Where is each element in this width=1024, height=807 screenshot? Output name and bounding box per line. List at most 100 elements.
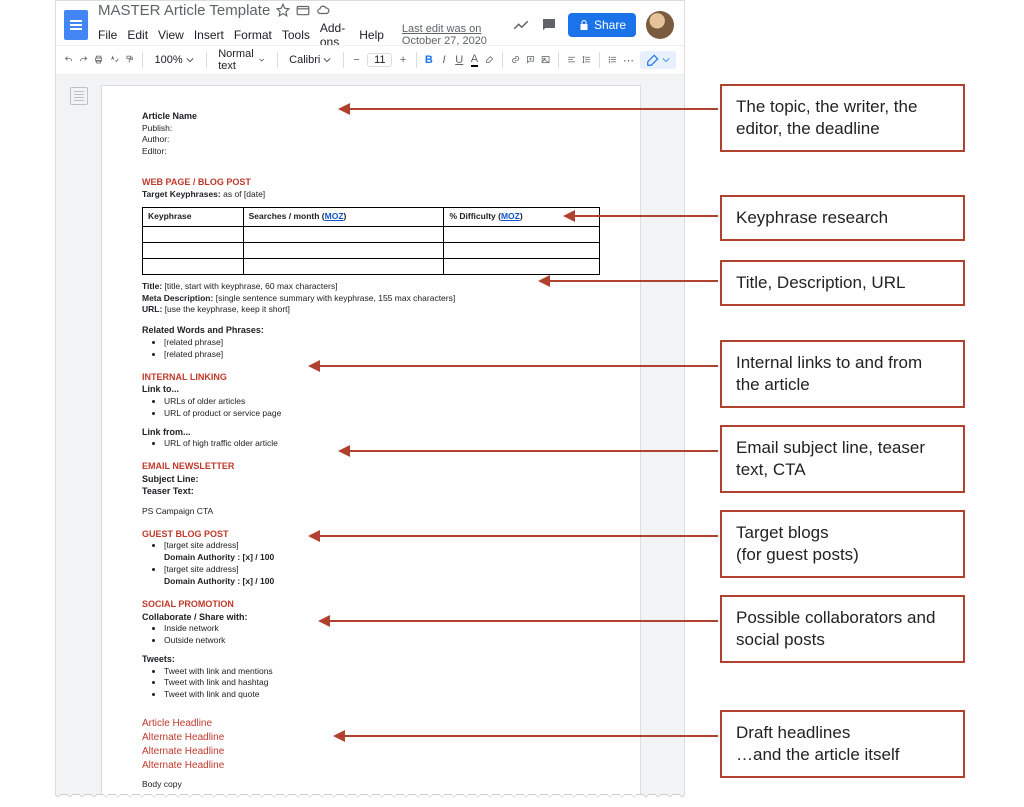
print-button[interactable] bbox=[94, 51, 103, 69]
annotation-1: The topic, the writer, the editor, the d… bbox=[720, 84, 965, 152]
annotation-7: Possible collaborators and social posts bbox=[720, 595, 965, 663]
annotation-6: Target blogs (for guest posts) bbox=[720, 510, 965, 578]
section-email: EMAIL NEWSLETTER bbox=[142, 460, 600, 473]
th-keyphrase: Keyphrase bbox=[143, 207, 244, 226]
arrow-7 bbox=[320, 620, 718, 622]
linkfrom-label: Link from... bbox=[142, 426, 600, 439]
tweets-label: Tweets: bbox=[142, 653, 600, 666]
highlight-button[interactable] bbox=[485, 51, 494, 69]
image-button[interactable] bbox=[541, 51, 550, 69]
italic-button[interactable]: I bbox=[439, 51, 448, 69]
list-item: [related phrase] bbox=[164, 337, 600, 349]
headline-3: Alternate Headline bbox=[142, 745, 600, 759]
comments-icon[interactable] bbox=[540, 16, 558, 34]
annotation-8: Draft headlines …and the article itself bbox=[720, 710, 965, 778]
style-select[interactable]: Normal text bbox=[214, 48, 268, 72]
meta-label: Meta Description: bbox=[142, 293, 213, 303]
redo-button[interactable] bbox=[79, 51, 88, 69]
teaser-label: Teaser Text: bbox=[142, 485, 600, 498]
section-social: SOCIAL PROMOTION bbox=[142, 598, 600, 611]
article-name-heading: Article Name bbox=[142, 110, 600, 123]
list-button[interactable] bbox=[608, 51, 617, 69]
document-title[interactable]: MASTER Article Template bbox=[98, 2, 270, 19]
menu-help[interactable]: Help bbox=[359, 28, 384, 42]
text-color-button[interactable]: A bbox=[470, 51, 479, 69]
meta-val: [single sentence summary with keyphrase,… bbox=[216, 293, 456, 303]
titlebar: MASTER Article Template File Edit View I… bbox=[56, 1, 684, 45]
star-icon[interactable] bbox=[276, 3, 290, 17]
headline-2: Alternate Headline bbox=[142, 731, 600, 745]
editing-mode-button[interactable] bbox=[640, 51, 676, 69]
annotation-5: Email subject line, teaser text, CTA bbox=[720, 425, 965, 493]
list-item: [related phrase] bbox=[164, 349, 600, 361]
comment-button[interactable] bbox=[526, 51, 535, 69]
list-item: Tweet with link and mentions bbox=[164, 666, 600, 678]
subject-label: Subject Line: bbox=[142, 473, 600, 486]
headline-4: Alternate Headline bbox=[142, 759, 600, 773]
line-spacing-button[interactable] bbox=[582, 51, 591, 69]
th-searches: Searches / month (MOZ) bbox=[243, 207, 444, 226]
move-icon[interactable] bbox=[296, 3, 310, 17]
list-item: Inside network bbox=[164, 623, 600, 635]
align-button[interactable] bbox=[567, 51, 576, 69]
paint-format-button[interactable] bbox=[125, 51, 134, 69]
menu-insert[interactable]: Insert bbox=[194, 28, 224, 42]
menu-file[interactable]: File bbox=[98, 28, 117, 42]
font-select[interactable]: Calibri bbox=[285, 54, 335, 66]
gdocs-window: MASTER Article Template File Edit View I… bbox=[55, 0, 685, 805]
annotation-4: Internal links to and from the article bbox=[720, 340, 965, 408]
title-area: MASTER Article Template File Edit View I… bbox=[98, 2, 512, 49]
torn-edge bbox=[55, 795, 685, 807]
activity-icon[interactable] bbox=[512, 16, 530, 34]
cloud-status-icon[interactable] bbox=[316, 3, 330, 17]
title-val: [title, start with keyphrase, 60 max cha… bbox=[165, 281, 338, 291]
body-copy: Body copy bbox=[142, 779, 600, 791]
list-item: URL of high traffic older article bbox=[164, 438, 600, 450]
table-row bbox=[143, 226, 600, 242]
menu-view[interactable]: View bbox=[158, 28, 184, 42]
table-row bbox=[143, 242, 600, 258]
last-edit-link[interactable]: Last edit was on October 27, 2020 bbox=[402, 23, 512, 47]
fontsize-minus[interactable]: − bbox=[352, 51, 361, 69]
publish-line: Publish: bbox=[142, 123, 600, 135]
title-label: Title: bbox=[142, 281, 162, 291]
menu-tools[interactable]: Tools bbox=[282, 28, 310, 42]
author-line: Author: bbox=[142, 134, 600, 146]
undo-button[interactable] bbox=[64, 51, 73, 69]
docs-logo-icon[interactable] bbox=[64, 10, 88, 40]
zoom-select[interactable]: 100% bbox=[151, 54, 198, 66]
arrow-6 bbox=[310, 535, 718, 537]
list-item: Tweet with link and quote bbox=[164, 689, 600, 701]
underline-button[interactable]: U bbox=[455, 51, 464, 69]
arrow-8 bbox=[335, 735, 718, 737]
fontsize-plus[interactable]: + bbox=[398, 51, 407, 69]
link-button[interactable] bbox=[511, 51, 520, 69]
document-surface: Article Name Publish: Author: Editor: WE… bbox=[56, 75, 684, 804]
share-button[interactable]: Share bbox=[568, 13, 636, 37]
fontsize-input[interactable]: 11 bbox=[367, 53, 392, 67]
list-item: [target site address]Domain Authority : … bbox=[164, 564, 600, 588]
annotation-2: Keyphrase research bbox=[720, 195, 965, 241]
arrow-3 bbox=[540, 280, 718, 282]
table-row bbox=[143, 258, 600, 274]
more-button[interactable]: ⋯ bbox=[623, 51, 634, 69]
list-item: URLs of older articles bbox=[164, 396, 600, 408]
list-item: URL of product or service page bbox=[164, 408, 600, 420]
list-item: Outside network bbox=[164, 635, 600, 647]
arrow-4 bbox=[310, 365, 718, 367]
editor-line: Editor: bbox=[142, 146, 600, 158]
account-avatar[interactable] bbox=[646, 11, 674, 39]
section-webpage: WEB PAGE / BLOG POST bbox=[142, 176, 600, 189]
section-internal: INTERNAL LINKING bbox=[142, 371, 600, 384]
target-label: Target Keyphrases: bbox=[142, 189, 221, 199]
arrow-1 bbox=[340, 108, 718, 110]
bold-button[interactable]: B bbox=[424, 51, 433, 69]
outline-icon[interactable] bbox=[70, 87, 88, 105]
menu-edit[interactable]: Edit bbox=[127, 28, 148, 42]
arrow-2 bbox=[565, 215, 718, 217]
arrow-5 bbox=[340, 450, 718, 452]
menu-format[interactable]: Format bbox=[234, 28, 272, 42]
list-item: [target site address]Domain Authority : … bbox=[164, 540, 600, 564]
spellcheck-button[interactable] bbox=[110, 51, 119, 69]
document-page[interactable]: Article Name Publish: Author: Editor: WE… bbox=[101, 85, 641, 804]
